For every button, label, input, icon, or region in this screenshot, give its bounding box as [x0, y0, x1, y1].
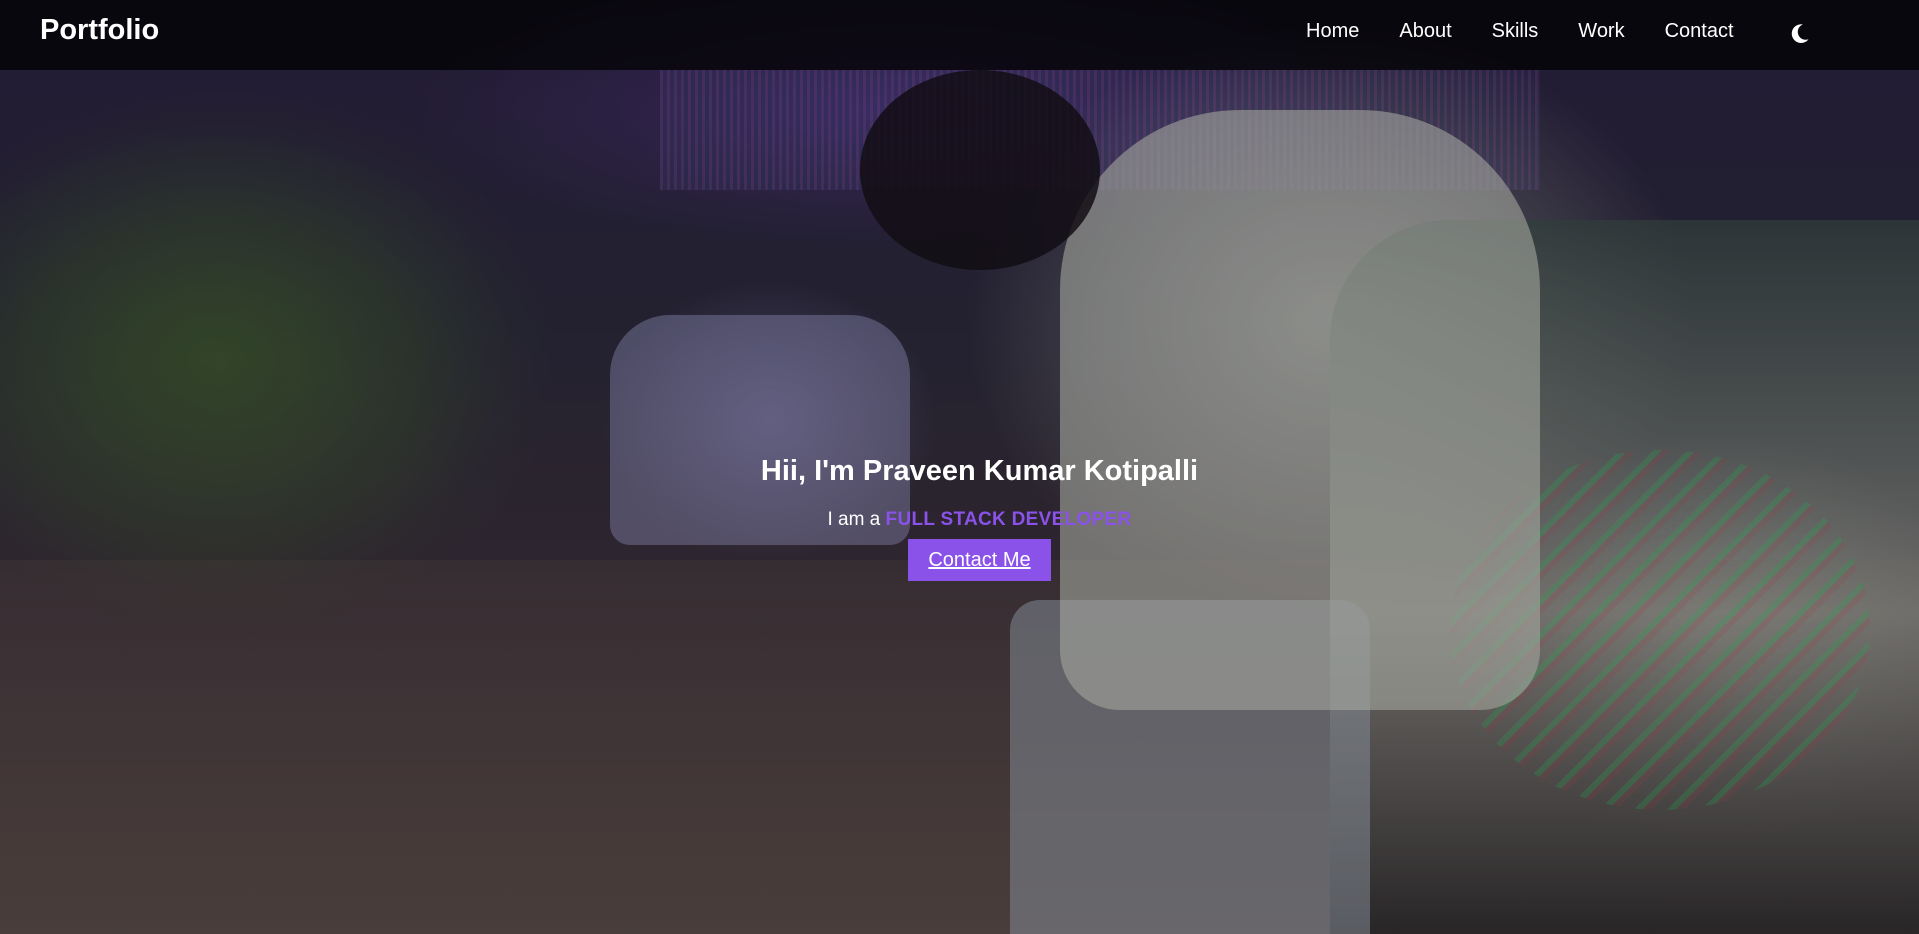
- hero-background-person-legs: [1010, 600, 1370, 934]
- brand-logo[interactable]: Portfolio: [40, 14, 159, 47]
- hero-content: Hii, I'm Praveen Kumar Kotipalli I am a …: [0, 450, 1919, 581]
- nav-link-about[interactable]: About: [1399, 20, 1451, 43]
- hero-greeting: Hii, I'm Praveen Kumar Kotipalli: [760, 455, 1199, 487]
- nav-links: Home About Skills Work Contact: [1306, 20, 1774, 43]
- hero-background-person-head: [860, 70, 1100, 270]
- hero-subtitle: I am a FULL STACK DEVELOPER: [0, 508, 1919, 532]
- moon-icon[interactable]: [1786, 21, 1812, 47]
- hero-background-road: [0, 560, 1919, 934]
- hero-background-person-shirt: [1060, 110, 1540, 710]
- top-navbar: Portfolio Home About Skills Work Contact: [0, 0, 1919, 70]
- hero-role: FULL STACK DEVELOPER: [885, 509, 1132, 530]
- hero-section: Hii, I'm Praveen Kumar Kotipalli I am a …: [0, 0, 1919, 934]
- contact-me-button[interactable]: Contact Me: [908, 539, 1051, 581]
- nav-link-work[interactable]: Work: [1578, 20, 1624, 43]
- hero-subtitle-prefix: I am a: [827, 509, 881, 530]
- nav-link-skills[interactable]: Skills: [1492, 20, 1539, 43]
- hero-background-lights: [660, 70, 1540, 190]
- nav-link-home[interactable]: Home: [1306, 20, 1359, 43]
- nav-link-contact[interactable]: Contact: [1665, 20, 1734, 43]
